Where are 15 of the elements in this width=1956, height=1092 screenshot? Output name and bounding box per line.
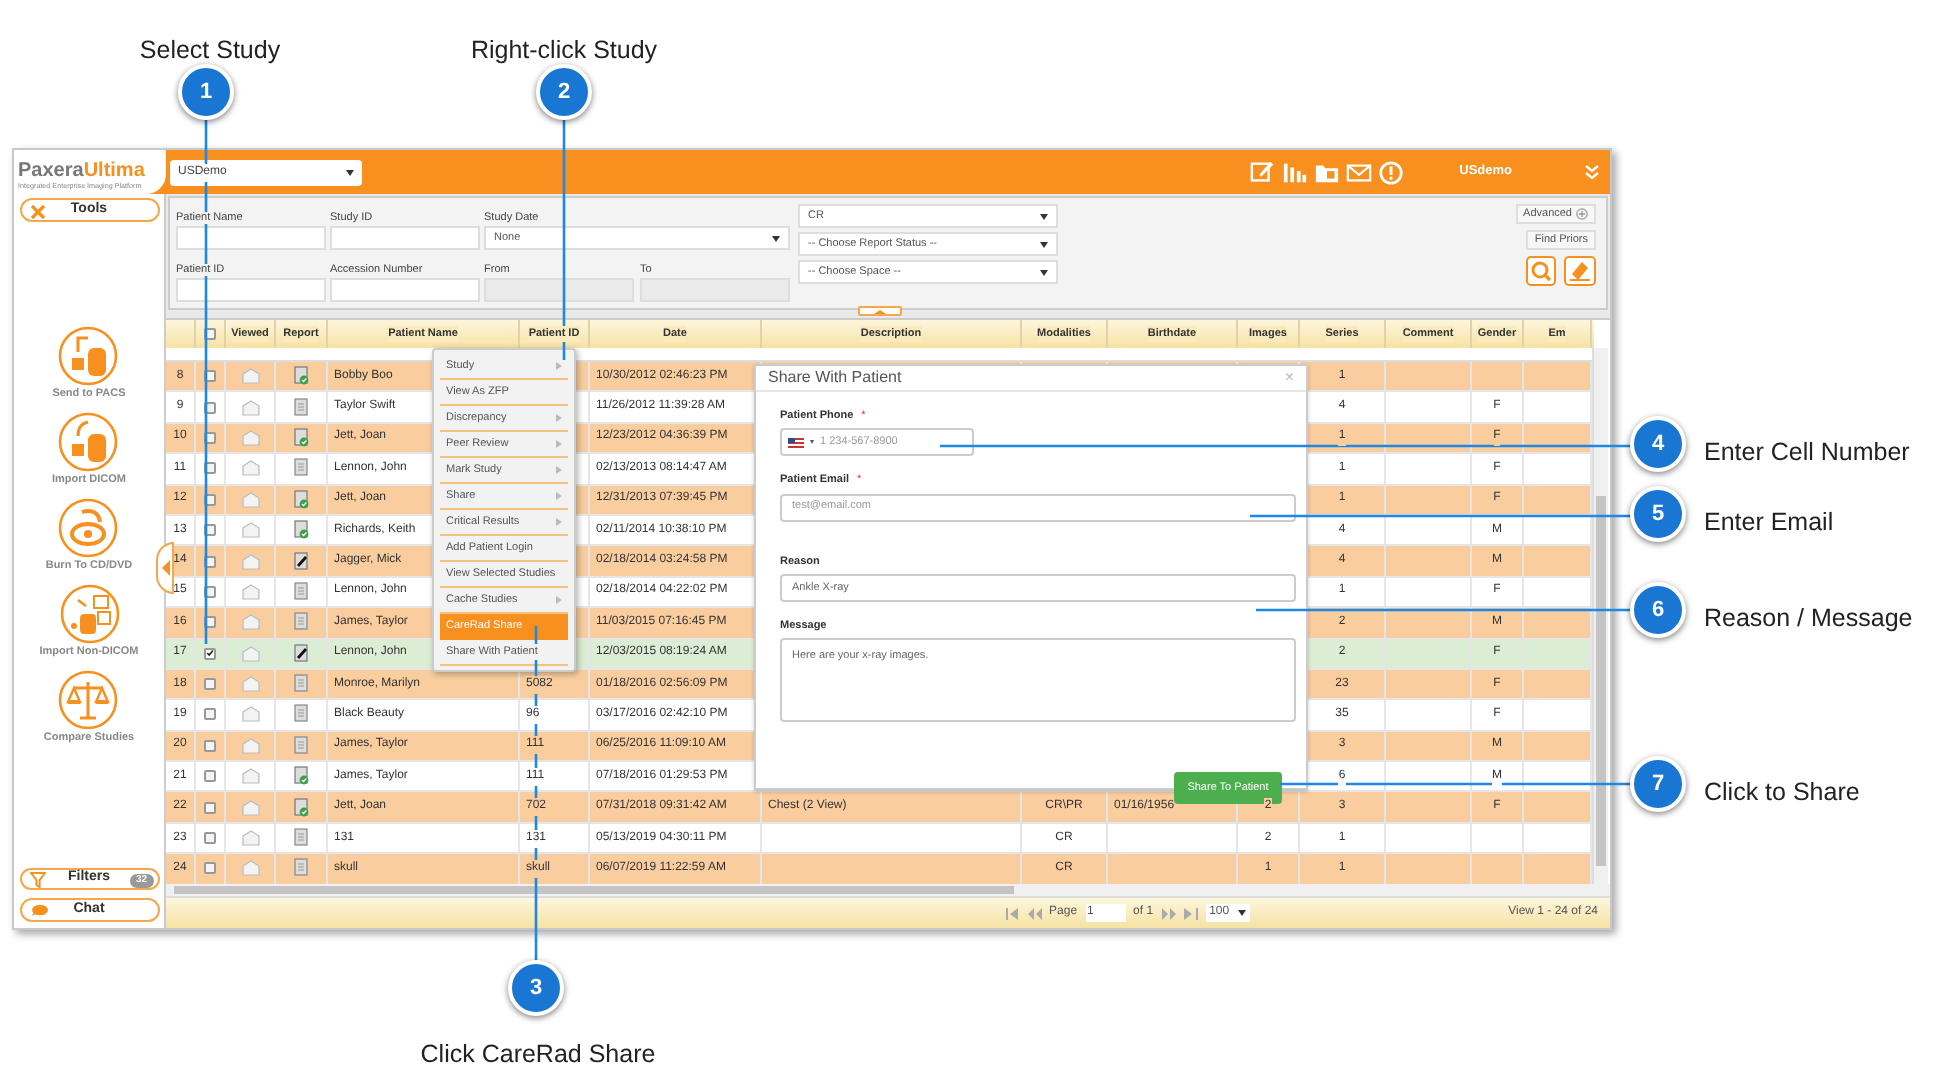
step-marker: 3 xyxy=(508,960,564,1016)
step-marker: 1 xyxy=(178,64,234,120)
step-marker: 7 xyxy=(1630,756,1686,812)
step-marker: 6 xyxy=(1630,582,1686,638)
step-label: Enter Email xyxy=(1704,508,1834,536)
step-marker: 4 xyxy=(1630,416,1686,472)
step-label: Select Study xyxy=(139,36,281,64)
step-label: Right-click Study xyxy=(470,36,658,64)
step-label: Enter Cell Number xyxy=(1704,438,1910,466)
step-label: Click CareRad Share xyxy=(420,1040,656,1068)
step-label: Reason / Message xyxy=(1704,604,1913,632)
step-marker: 5 xyxy=(1630,486,1686,542)
step-marker: 2 xyxy=(536,64,592,120)
dialog-title: Share With Patient xyxy=(768,366,902,390)
step-label: Click to Share xyxy=(1704,778,1860,806)
